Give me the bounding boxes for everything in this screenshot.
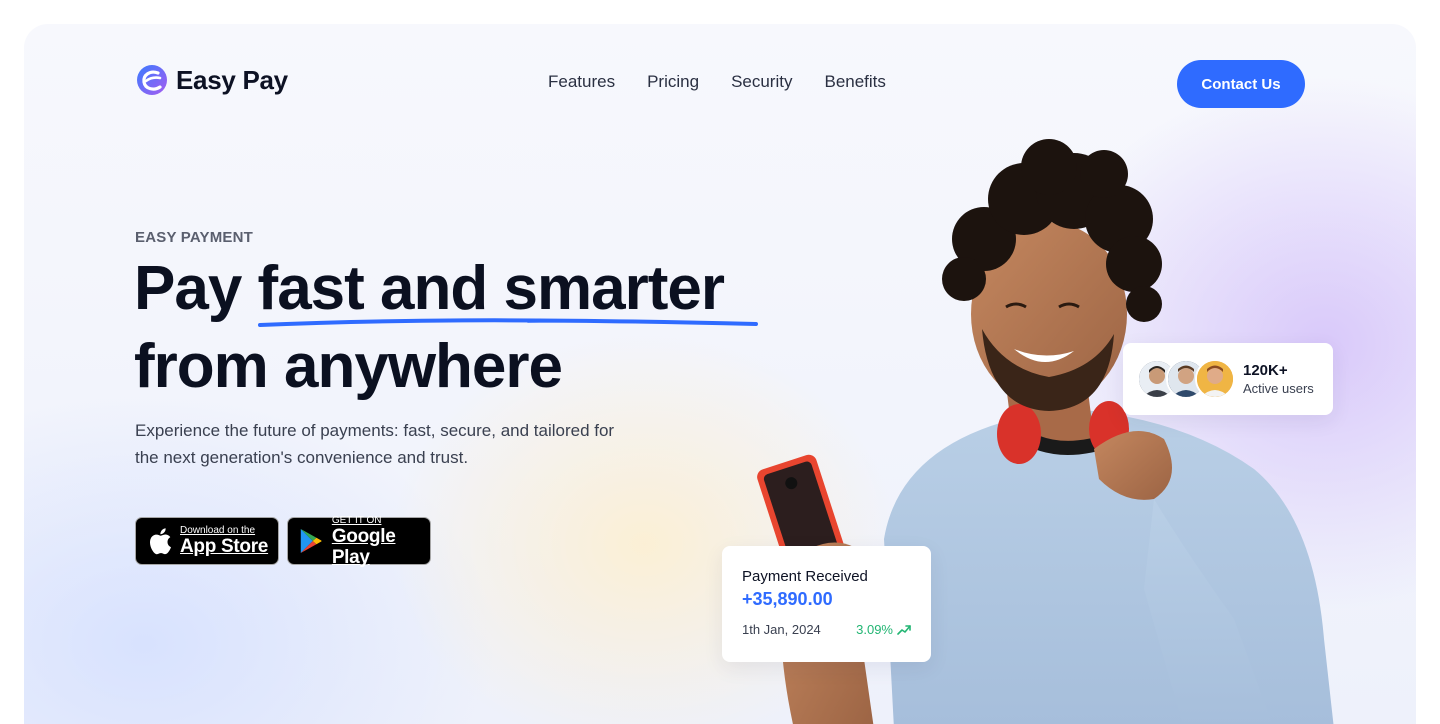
- active-users-label: Active users: [1243, 381, 1314, 396]
- apple-icon: [150, 528, 171, 555]
- headline-line-1: Pay fast and smarter: [134, 250, 758, 328]
- google-play-button[interactable]: GET IT ON Google Play: [287, 514, 431, 568]
- brand-name: Easy Pay: [176, 64, 288, 95]
- active-users-card: 120K+ Active users: [1123, 343, 1333, 415]
- nav-security[interactable]: Security: [731, 72, 792, 92]
- google-play-icon: [300, 529, 322, 553]
- hero-headline: Pay fast and smarter from anywhere: [134, 250, 758, 406]
- headline-plain: Pay: [134, 254, 258, 323]
- hero-eyebrow: EASY PAYMENT: [135, 229, 253, 246]
- payment-received-card: Payment Received +35,890.00 1th Jan, 202…: [722, 546, 931, 662]
- main-nav: Features Pricing Security Benefits: [548, 72, 886, 92]
- payment-change: 3.09%: [856, 622, 911, 637]
- payment-change-value: 3.09%: [856, 622, 893, 637]
- avatar-group: [1137, 359, 1235, 399]
- active-users-count: 120K+: [1243, 362, 1288, 379]
- avatar: [1195, 359, 1235, 399]
- nav-features[interactable]: Features: [548, 72, 615, 92]
- app-store-big-text: App Store: [180, 536, 269, 557]
- trend-up-icon: [897, 624, 911, 635]
- store-buttons: Download on the App Store GET IT ON Goog…: [135, 514, 431, 568]
- contact-us-button[interactable]: Contact Us: [1177, 60, 1305, 108]
- payment-title: Payment Received: [742, 568, 868, 585]
- brand-logo[interactable]: Easy Pay: [136, 62, 288, 98]
- app-store-small-text: Download on the: [180, 525, 256, 536]
- headline-highlight: fast and smarter: [257, 254, 725, 323]
- google-play-big-text: Google Play: [331, 525, 396, 568]
- hero-section: Easy Pay Features Pricing Security Benef…: [24, 24, 1416, 724]
- hero-subtitle: Experience the future of payments: fast,…: [135, 421, 615, 467]
- payment-amount: +35,890.00: [742, 589, 833, 609]
- nav-benefits[interactable]: Benefits: [824, 72, 885, 92]
- app-store-button[interactable]: Download on the App Store: [135, 517, 279, 565]
- nav-pricing[interactable]: Pricing: [647, 72, 699, 92]
- logo-icon: [137, 65, 167, 95]
- brush-underline-icon: [258, 318, 758, 327]
- headline-line-2: from anywhere: [134, 332, 563, 401]
- google-play-small-text: GET IT ON: [331, 514, 382, 526]
- payment-date: 1th Jan, 2024: [742, 622, 821, 637]
